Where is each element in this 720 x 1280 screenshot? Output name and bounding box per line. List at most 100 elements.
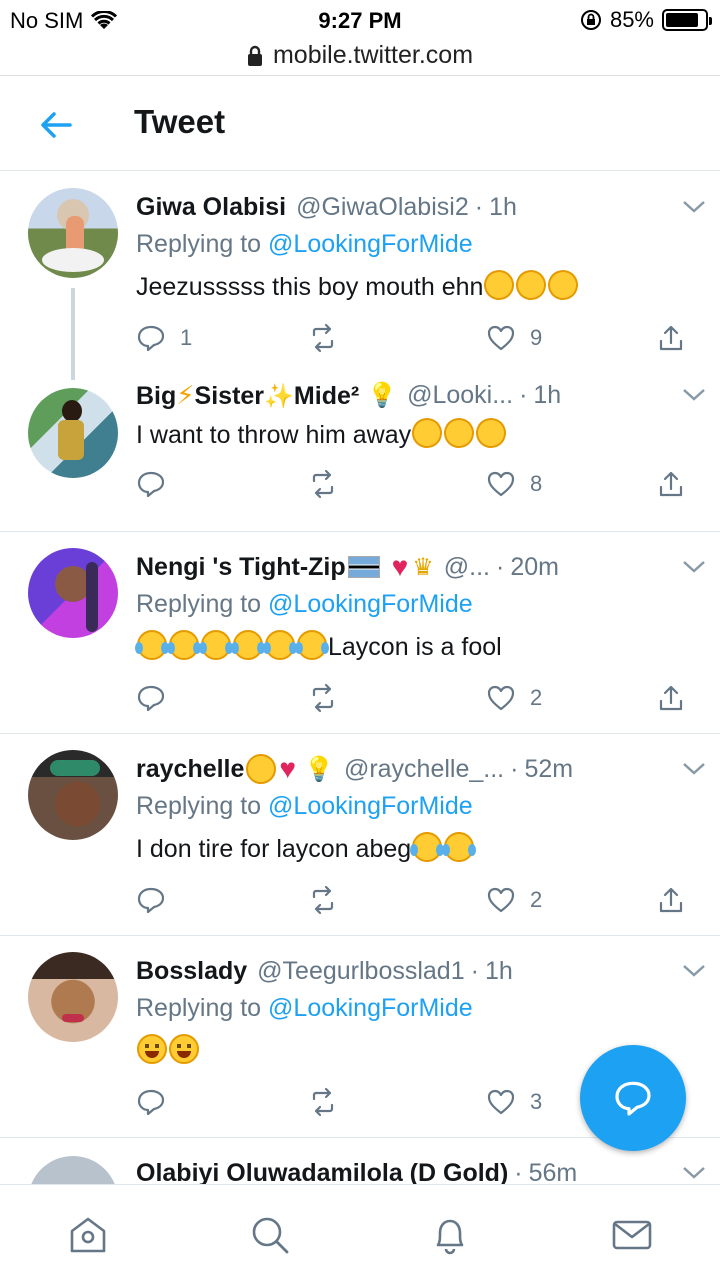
joy-emoji-icon [231, 630, 265, 660]
rofl-emoji-icon [543, 265, 584, 305]
tweet-time[interactable]: 1h [533, 381, 561, 410]
bell-icon[interactable] [428, 1213, 472, 1257]
tweet-text: Laycon is a fool [135, 630, 700, 664]
compose-reply-button[interactable] [580, 1045, 686, 1151]
reply-button[interactable] [136, 466, 166, 502]
retweet-icon [312, 469, 334, 499]
tweet-author-name[interactable]: Bosslady [136, 957, 247, 986]
share-button[interactable] [656, 320, 686, 356]
avatar[interactable] [28, 952, 118, 1042]
tweet-author-name[interactable]: Giwa Olabisi [136, 193, 286, 222]
heart-icon [487, 887, 515, 913]
separator-dot: · [470, 956, 479, 985]
bottom-navigation [0, 1184, 720, 1280]
like-button[interactable]: 2 [486, 680, 542, 716]
avatar[interactable] [28, 750, 118, 840]
mention-link[interactable]: @LookingForMide [268, 994, 473, 1022]
tweet-author-handle[interactable]: @raychelle_... [344, 755, 504, 784]
tweet-text-content: Laycon is a fool [328, 633, 502, 661]
reply-button[interactable]: 1 [136, 320, 192, 356]
reply-icon [137, 325, 165, 352]
chevron-down-icon[interactable] [680, 1162, 708, 1182]
retweet-button[interactable] [308, 320, 338, 356]
mention-link[interactable]: @LookingForMide [268, 590, 473, 618]
replying-to: Replying to @LookingForMide [136, 792, 700, 826]
chevron-down-icon[interactable] [680, 384, 708, 404]
avatar[interactable] [28, 1156, 118, 1184]
rofl-emoji-icon [471, 413, 512, 453]
home-icon[interactable] [66, 1213, 110, 1257]
like-button[interactable]: 9 [486, 320, 542, 356]
joy-emoji-icon [199, 630, 233, 660]
share-button[interactable] [656, 466, 686, 502]
chevron-down-icon[interactable] [680, 960, 708, 980]
mention-link[interactable]: @LookingForMide [268, 792, 473, 820]
joy-emoji-icon [442, 832, 477, 862]
tweet-time[interactable]: 1h [489, 193, 517, 222]
share-button[interactable] [656, 680, 686, 716]
heart-icon [487, 471, 515, 497]
retweet-button[interactable] [308, 882, 338, 918]
avatar[interactable] [28, 548, 118, 638]
url-text: mobile.twitter.com [272, 41, 474, 69]
like-button[interactable]: 2 [486, 882, 542, 918]
separator-dot: · [510, 754, 519, 783]
tweet-author-name[interactable]: Olabiyi Oluwadamilola (D Gold) [136, 1159, 508, 1185]
tweet-author-handle[interactable]: @... [444, 553, 490, 582]
tweet-feed[interactable]: Giwa Olabisi @GiwaOlabisi2 · 1h Replying… [0, 172, 720, 1184]
share-icon [659, 325, 683, 351]
tweet[interactable]: Giwa Olabisi @GiwaOlabisi2 · 1h Replying… [0, 172, 720, 380]
joy-emoji-icon [263, 630, 297, 660]
replying-prefix: Replying to [136, 792, 269, 820]
tweet-author-handle[interactable]: @Teegurlbosslad1 [257, 957, 464, 986]
tweet-time[interactable]: 56m [529, 1159, 578, 1185]
reply-button[interactable] [136, 882, 166, 918]
mention-link[interactable]: @LookingForMide [268, 230, 473, 258]
chevron-down-icon[interactable] [680, 758, 708, 778]
separator-dot: · [519, 380, 528, 409]
heart-icon [487, 1089, 515, 1115]
tweet-text: Jeezusssss this boy mouth ehn [136, 265, 700, 305]
chevron-down-icon[interactable] [680, 556, 708, 576]
avatar[interactable] [28, 188, 118, 278]
reply-button[interactable] [136, 680, 166, 716]
share-icon [659, 685, 683, 711]
retweet-button[interactable] [308, 1084, 338, 1120]
tweet-time[interactable]: 52m [524, 755, 573, 784]
retweet-button[interactable] [308, 466, 338, 502]
heart-icon [487, 685, 515, 711]
separator-dot: · [514, 1158, 523, 1185]
reply-button[interactable] [136, 1084, 166, 1120]
tweet-author-name[interactable]: Nengi 's Tight-Zip [136, 553, 346, 582]
retweet-icon [312, 1087, 334, 1117]
replying-prefix: Replying to [136, 230, 269, 258]
chevron-down-icon[interactable] [680, 196, 708, 216]
battery-percent: 85% [609, 7, 654, 32]
mail-icon[interactable] [610, 1213, 654, 1257]
tweet-author-name[interactable]: raychelle [136, 755, 244, 784]
separator-dot: · [496, 552, 505, 581]
tweet-text: I don tire for laycon abeg [136, 832, 700, 866]
tweet[interactable]: raychelle ♥ 💡 @raychelle_... · 52m Reply… [0, 734, 720, 936]
like-button[interactable]: 3 [486, 1084, 542, 1120]
replying-prefix: Replying to [136, 994, 269, 1022]
search-icon[interactable] [248, 1213, 292, 1257]
tweet-author-name[interactable]: Big⚡Sister✨Mide² [136, 380, 359, 411]
tweet-author-handle[interactable]: @Looki... [407, 381, 513, 410]
retweet-button[interactable] [308, 680, 338, 716]
tweet-time[interactable]: 1h [485, 957, 513, 986]
tweet[interactable]: Big⚡Sister✨Mide² 💡 @Looki... · 1h I want… [0, 360, 720, 532]
tweet-author-handle[interactable]: @GiwaOlabisi2 [296, 193, 469, 222]
red-heart-emoji-icon: ♥ [279, 753, 297, 784]
avatar[interactable] [28, 388, 118, 478]
url-bar[interactable]: mobile.twitter.com [0, 36, 720, 76]
share-button[interactable] [656, 882, 686, 918]
like-button[interactable]: 8 [486, 466, 542, 502]
like-count: 9 [530, 325, 543, 350]
red-heart-emoji-icon: ♥ [391, 551, 409, 582]
tweet-time[interactable]: 20m [510, 553, 559, 582]
like-count: 3 [530, 1089, 543, 1114]
retweet-icon [312, 683, 334, 713]
tweet[interactable]: Nengi 's Tight-Zip ♥ ♛ @... · 20m Replyi… [0, 532, 720, 734]
arrow-left-icon[interactable] [36, 105, 76, 145]
